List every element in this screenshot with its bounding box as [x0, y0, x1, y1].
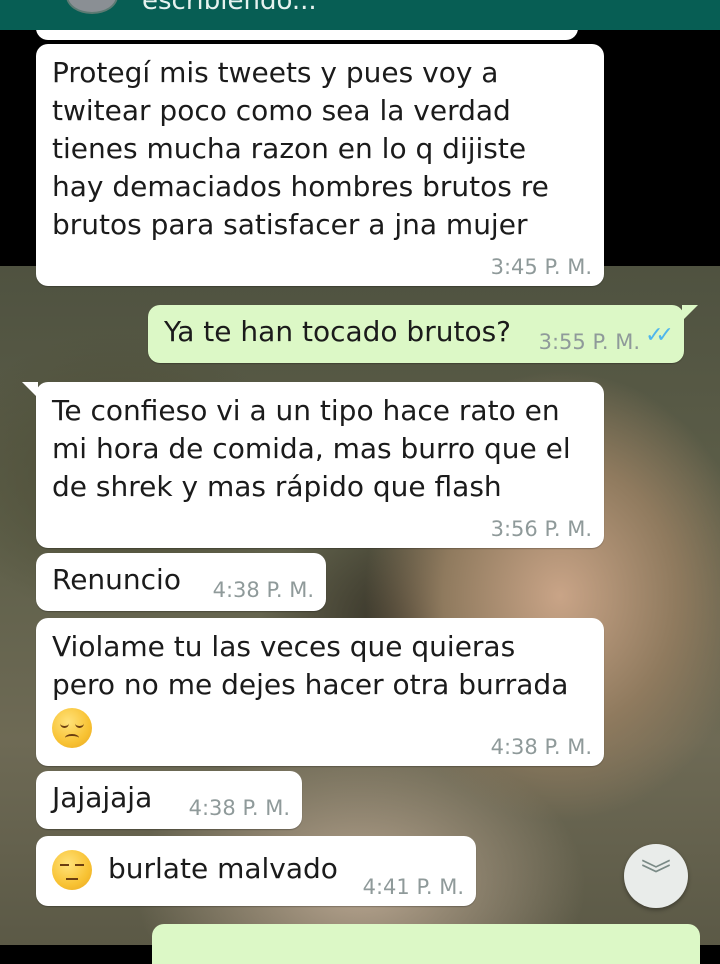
message-bubble-incoming[interactable]: Te confieso vi a un tipo hace rato en mi…: [22, 382, 604, 548]
message-timestamp: 4:38 P. M.: [188, 796, 290, 820]
message-line: mi hora de comida, mas burro que el: [52, 432, 571, 465]
message-timestamp: 3:56 P. M.: [490, 517, 592, 541]
bubble-tail: [682, 305, 698, 321]
message-timestamp: 4:41 P. M.: [362, 875, 464, 899]
bubble-tail: [22, 382, 38, 398]
typing-status: escribiendo...: [142, 0, 317, 16]
message-bubble-incoming[interactable]: burlate malvado 4:41 P. M.: [36, 836, 476, 906]
contact-avatar[interactable]: [66, 0, 118, 14]
message-line: pero no me dejes hacer otra burrada: [52, 668, 569, 701]
message-text: Violame tu las veces que quieras pero no…: [52, 628, 568, 748]
chat-header: escribiendo...: [0, 0, 720, 30]
message-bubble-incoming[interactable]: Renuncio 4:38 P. M.: [36, 553, 326, 611]
message-line: hay demaciados hombres brutos re: [52, 170, 549, 203]
partial-message-bubble-bottom[interactable]: [152, 924, 700, 964]
message-text: burlate malvado: [108, 852, 338, 885]
message-text: Protegí mis tweets y pues voy a twitear …: [52, 54, 549, 244]
message-line: Violame tu las veces que quieras: [52, 630, 516, 663]
message-timestamp: 4:38 P. M.: [212, 578, 314, 602]
double-chevron-down-icon: ︾: [641, 858, 671, 893]
message-timestamp: 4:38 P. M.: [490, 735, 592, 759]
message-bubble-incoming[interactable]: Protegí mis tweets y pues voy a twitear …: [36, 44, 604, 286]
message-line: brutos para satisfacer a jna mujer: [52, 208, 528, 241]
message-timestamp: 3:45 P. M.: [490, 255, 592, 279]
message-line: Te confieso vi a un tipo hace rato en: [52, 394, 560, 427]
message-bubble-outgoing[interactable]: Ya te han tocado brutos? 3:55 P. M. ✓✓: [148, 305, 698, 363]
pensive-face-emoji: [52, 708, 92, 748]
message-bubble-incoming[interactable]: Jajajaja 4:38 P. M.: [36, 771, 302, 829]
message-text: Te confieso vi a un tipo hace rato en mi…: [52, 392, 571, 506]
message-line: tienes mucha razon en lo q dijiste: [52, 132, 527, 165]
message-timestamp: 3:55 P. M.: [538, 330, 640, 354]
message-text: Ya te han tocado brutos?: [164, 315, 512, 348]
message-line: twitear poco como sea la verdad: [52, 94, 511, 127]
message-line: de shrek y mas rápido que flash: [52, 470, 502, 503]
double-check-read-icon: ✓✓: [645, 323, 674, 348]
message-bubble-incoming[interactable]: Violame tu las veces que quieras pero no…: [36, 618, 604, 766]
unamused-face-emoji: [52, 850, 92, 890]
message-text: Jajajaja: [52, 781, 153, 814]
message-text: Renuncio: [52, 563, 181, 596]
scroll-to-bottom-button[interactable]: ︾: [624, 844, 688, 908]
message-line: Protegí mis tweets y pues voy a: [52, 56, 499, 89]
